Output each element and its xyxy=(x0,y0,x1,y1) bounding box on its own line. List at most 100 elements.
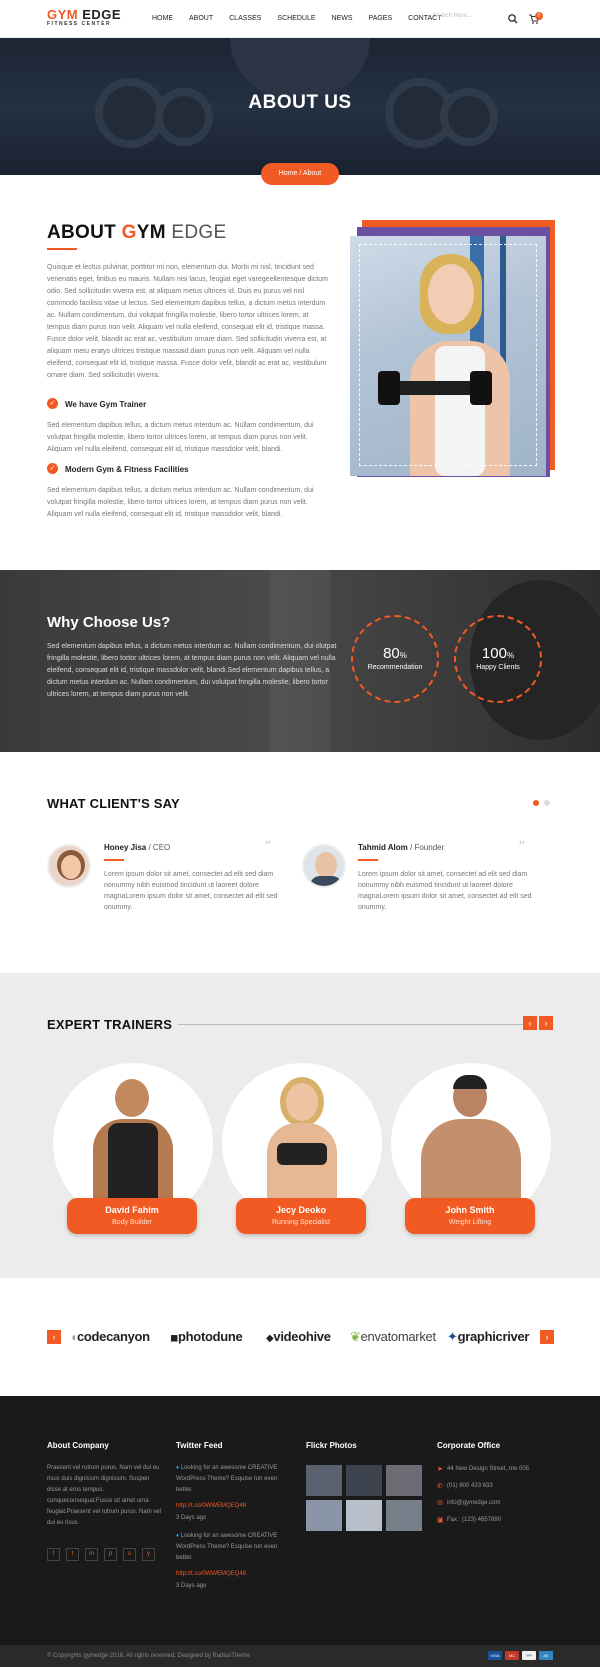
facebook-icon[interactable]: f xyxy=(47,1548,60,1561)
athlete-silhouette-image xyxy=(230,38,370,98)
brand-codecanyon-logo[interactable]: ◖codecanyon xyxy=(70,1329,150,1344)
footer-office-title: Corporate Office xyxy=(437,1441,501,1450)
nav-about[interactable]: ABOUT xyxy=(189,15,213,22)
testimonial-text: Lorem ipsum dolor sit amet, consectet ad… xyxy=(358,871,532,911)
main-nav: HOME ABOUT CLASSES SCHEDULE NEWS PAGES C… xyxy=(152,15,457,22)
logo[interactable]: GYM EDGE xyxy=(47,7,121,22)
quote-icon: “ xyxy=(264,839,272,855)
flickr-photo[interactable] xyxy=(306,1465,342,1496)
nav-pages[interactable]: PAGES xyxy=(369,15,393,22)
tweet-text: ♦ Looking for an awesome CREATIVE WordPr… xyxy=(176,1465,278,1493)
mastercard-icon: MC xyxy=(505,1651,519,1660)
why-text: Sed elementum dapibus tellus, a dictum m… xyxy=(47,643,337,698)
feature-text: Sed elementum dapibus tellus, a dictum m… xyxy=(47,422,314,453)
twitter-bird-icon: ♦ xyxy=(176,1533,180,1539)
linkedin-icon[interactable]: in xyxy=(85,1548,98,1561)
mail-icon: ✉ xyxy=(437,1500,443,1507)
breadcrumb: Home / About xyxy=(261,163,339,185)
trainer-name: Jecy Deoko xyxy=(275,1205,327,1215)
pinterest-icon[interactable]: p xyxy=(104,1548,117,1561)
brand-photodune-logo[interactable]: ◼photodune xyxy=(170,1329,243,1344)
site-header: GYM EDGE FITNESS CENTER HOME ABOUT CLASS… xyxy=(0,0,600,38)
flickr-photo[interactable] xyxy=(346,1500,382,1531)
brands-next-button[interactable]: › xyxy=(540,1330,554,1344)
logo-tagline: FITNESS CENTER xyxy=(47,21,112,27)
tweet-time: 3 Days ago xyxy=(176,1583,207,1589)
photo-dashed-border xyxy=(359,244,537,466)
breadcrumb-home[interactable]: Home xyxy=(279,170,298,177)
cart-count-badge: 0 xyxy=(535,12,543,20)
youtube-icon[interactable]: y xyxy=(142,1548,155,1561)
why-title: Why Choose Us? xyxy=(47,614,171,631)
footer-flickr-title: Flickr Photos xyxy=(306,1441,357,1450)
feature-title: We have Gym Trainer xyxy=(65,400,147,409)
amex-icon: AE xyxy=(539,1651,553,1660)
footer-about-title: About Company xyxy=(47,1441,109,1450)
name-underline xyxy=(104,859,124,861)
testimonial-text: Lorem ipsum dolor sit amet, consectet ad… xyxy=(104,871,278,911)
prev-arrow-button[interactable]: ‹ xyxy=(523,1016,537,1030)
heading-underline xyxy=(47,248,77,250)
stat-label: Happy Clients xyxy=(476,664,520,671)
breadcrumb-current: About xyxy=(302,170,322,177)
carousel-dot[interactable] xyxy=(544,800,550,806)
nav-home[interactable]: HOME xyxy=(152,15,173,22)
brand-envatomarket-logo[interactable]: ❦envatomarket xyxy=(350,1329,436,1345)
carousel-dot-active[interactable] xyxy=(533,800,539,806)
trainer-card[interactable] xyxy=(67,1198,197,1234)
nav-classes[interactable]: CLASSES xyxy=(229,15,261,22)
tweet-link[interactable]: http://t.co/0WWEMQEQ48 xyxy=(176,1571,246,1577)
checkmark-icon: ✓ xyxy=(47,398,58,409)
trainer-role: Body Builder xyxy=(112,1219,152,1226)
name-underline xyxy=(358,859,378,861)
quote-icon: “ xyxy=(518,839,526,855)
search-icon[interactable] xyxy=(507,13,519,25)
fax-icon: ▣ xyxy=(437,1517,444,1524)
twitter-bird-icon: ♦ xyxy=(176,1465,180,1471)
office-phone: (01) 800 433 633 xyxy=(447,1483,493,1489)
trainer-name: John Smith xyxy=(445,1205,495,1215)
trainer-role: Weight Lifting xyxy=(448,1219,492,1226)
tweet-link[interactable]: http://t.co/0WWEMQEQ48 xyxy=(176,1503,246,1509)
client-name: Tahmid Alom / Founder xyxy=(358,843,445,852)
flickr-photo[interactable] xyxy=(346,1465,382,1496)
trainer-card[interactable] xyxy=(405,1198,535,1234)
stat-label: Recommendation xyxy=(367,664,423,671)
flickr-photo[interactable] xyxy=(386,1500,422,1531)
trainer-card[interactable] xyxy=(236,1198,366,1234)
footer-twitter-title: Twitter Feed xyxy=(176,1441,223,1450)
tweet-text: ♦ Looking for an awesome CREATIVE WordPr… xyxy=(176,1533,278,1561)
skype-icon[interactable]: s xyxy=(123,1548,136,1561)
brand-videohive-logo[interactable]: ◆videohive xyxy=(266,1329,331,1344)
nav-schedule[interactable]: SCHEDULE xyxy=(277,15,315,22)
next-arrow-button[interactable]: › xyxy=(539,1016,553,1030)
testimonials-title: WHAT CLIENT'S SAY xyxy=(47,796,180,811)
trainers-title: EXPERT TRAINERS xyxy=(47,1017,173,1032)
page-title: ABOUT US xyxy=(248,92,352,113)
brands-prev-button[interactable]: ‹ xyxy=(47,1330,61,1344)
feature-title: Modern Gym & Fitness Facilities xyxy=(65,465,189,474)
client-avatar xyxy=(302,844,346,888)
brand-graphicriver-logo[interactable]: ✦graphicriver xyxy=(447,1329,529,1345)
stat-value: 100% xyxy=(481,645,515,662)
stat-value: 80% xyxy=(383,645,407,662)
twitter-icon[interactable]: t xyxy=(66,1548,79,1561)
office-address: 44 New Design Street, rne 005 xyxy=(447,1466,530,1472)
trainer-name: David Fahim xyxy=(105,1205,159,1215)
feature-text: Sed elementum dapibus tellus, a dictum m… xyxy=(47,487,314,518)
trainer-role: Running Specialist xyxy=(272,1219,330,1226)
about-heading: ABOUT GYM EDGE xyxy=(47,222,227,243)
flickr-photo[interactable] xyxy=(386,1465,422,1496)
phone-icon: ✆ xyxy=(437,1483,443,1490)
visa-icon: VISA xyxy=(488,1651,502,1660)
about-intro-text: Quisque et lectus pulvinar, porttitor mi… xyxy=(47,264,328,379)
client-name: Honey Jisa / CEO xyxy=(104,843,171,852)
flickr-photo[interactable] xyxy=(306,1500,342,1531)
office-email[interactable]: info@gymedge.com xyxy=(447,1498,500,1509)
nav-news[interactable]: NEWS xyxy=(332,15,353,22)
checkmark-icon: ✓ xyxy=(47,463,58,474)
client-avatar xyxy=(47,844,91,888)
footer-about-text: Praesent vel rutrum purus. Nam vel dui e… xyxy=(47,1465,162,1526)
copyright-text: © Copyrights gymedge 2016. All rights re… xyxy=(47,1653,250,1659)
paypal-icon: PP xyxy=(522,1651,536,1660)
